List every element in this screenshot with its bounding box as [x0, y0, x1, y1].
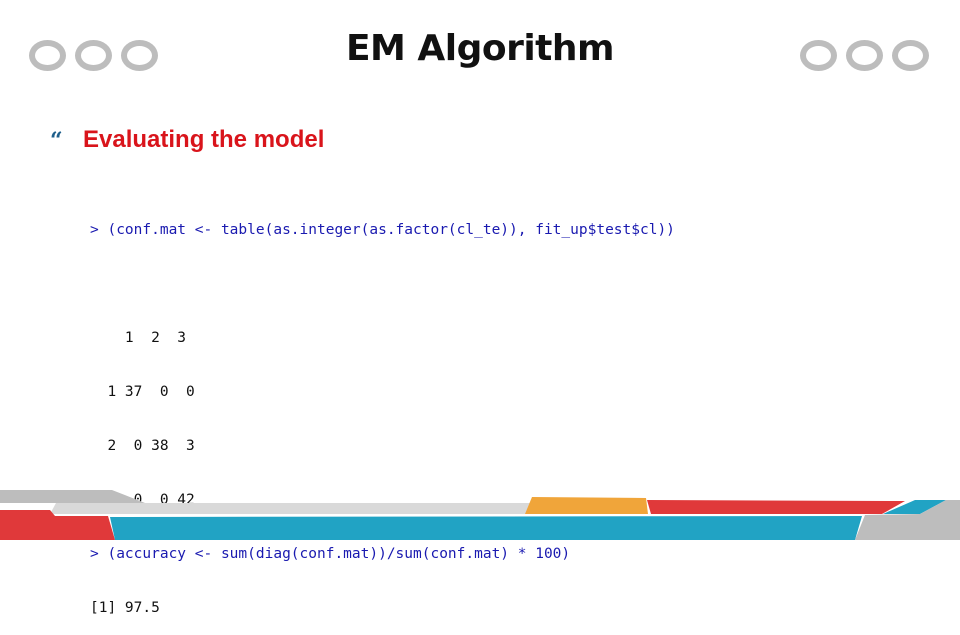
footer-band-gray-light: [50, 503, 530, 514]
footer-band-red-left: [0, 510, 115, 540]
command-text: (conf.mat <- table(as.integer(as.factor(…: [107, 222, 675, 238]
ring-icon: [892, 40, 929, 71]
confusion-table-header: 1 2 3: [90, 330, 187, 346]
decorative-rings-right: [800, 40, 929, 71]
decorative-footer-bands: [0, 490, 960, 540]
bullet-text: Evaluating the model: [83, 126, 325, 153]
bullet-item: “ Evaluating the model: [50, 126, 324, 154]
footer-band-gray-dark: [0, 490, 145, 503]
console-line-command: > (conf.mat <- table(as.integer(as.facto…: [90, 221, 675, 239]
footer-band-red-right: [647, 500, 905, 514]
command-text: (accuracy <- sum(diag(conf.mat))/sum(con…: [107, 546, 571, 562]
console-line-command: > (accuracy <- sum(diag(conf.mat))/sum(c…: [90, 545, 675, 563]
footer-band-blue: [110, 516, 862, 540]
confusion-table-row: 1 37 0 0: [90, 384, 195, 400]
r-console-output: > (conf.mat <- table(as.integer(as.facto…: [90, 185, 675, 635]
ring-icon: [846, 40, 883, 71]
footer-band-orange: [525, 497, 648, 514]
confusion-table-row: 2 0 38 3: [90, 438, 195, 454]
prompt-symbol: >: [90, 546, 99, 562]
result-output: [1] 97.5: [90, 600, 160, 616]
ring-icon: [800, 40, 837, 71]
prompt-symbol: >: [90, 222, 99, 238]
quote-icon: “: [50, 128, 63, 154]
